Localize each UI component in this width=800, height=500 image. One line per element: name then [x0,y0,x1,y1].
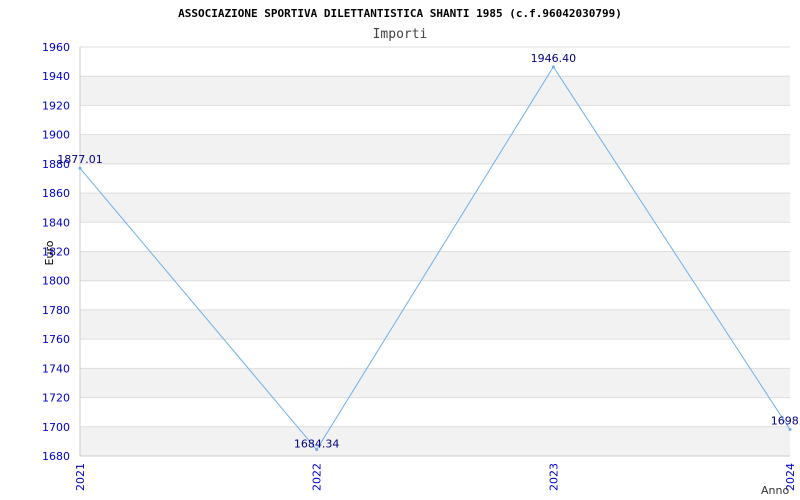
y-tick-label: 1720 [42,392,70,405]
grid-band [80,397,790,427]
grid-band [80,368,790,398]
y-tick-label: 1960 [42,41,70,54]
x-tick-label: 2023 [547,463,560,491]
y-axis-label: Euro [43,240,56,265]
data-point [78,166,82,170]
grid-band [80,222,790,252]
grid-band [80,105,790,135]
data-point [788,428,792,432]
y-tick-label: 1760 [42,333,70,346]
grid-band [80,309,790,340]
grid-band [80,134,790,164]
chart-title: ASSOCIAZIONE SPORTIVA DILETTANTISTICA SH… [178,7,622,20]
y-tick-label: 1740 [42,362,70,375]
x-tick-label: 2021 [74,463,87,491]
y-tick-label: 1940 [42,70,70,83]
y-tick-label: 1700 [42,421,70,434]
line-chart: ASSOCIAZIONE SPORTIVA DILETTANTISTICA SH… [42,7,800,497]
x-tick-label: 2022 [311,463,324,491]
grid-band [80,193,790,223]
data-label: 1946.40 [531,52,577,65]
y-tick-label: 1800 [42,275,70,288]
y-tick-label: 1780 [42,304,70,317]
grid-band [80,163,790,194]
y-tick-label: 1840 [42,216,70,229]
grid-band [80,426,790,456]
data-label: 1877.01 [57,153,103,166]
y-tick-label: 1680 [42,450,70,463]
y-tick-label: 1860 [42,187,70,200]
data-label: 1684.34 [294,438,340,451]
y-tick-label: 1920 [42,99,70,112]
chart-subtitle: Importi [373,27,428,42]
data-point [551,65,555,69]
y-tick-label: 1900 [42,129,70,142]
grid-band [80,47,790,77]
grid-band [80,339,790,369]
data-label: 1698.1 [771,415,800,428]
grid-band [80,76,790,106]
x-axis-tick-labels: 2021 2022 2023 2024 [74,463,797,491]
x-axis-label: Anno [761,484,789,497]
plot-background-bands [80,46,790,457]
